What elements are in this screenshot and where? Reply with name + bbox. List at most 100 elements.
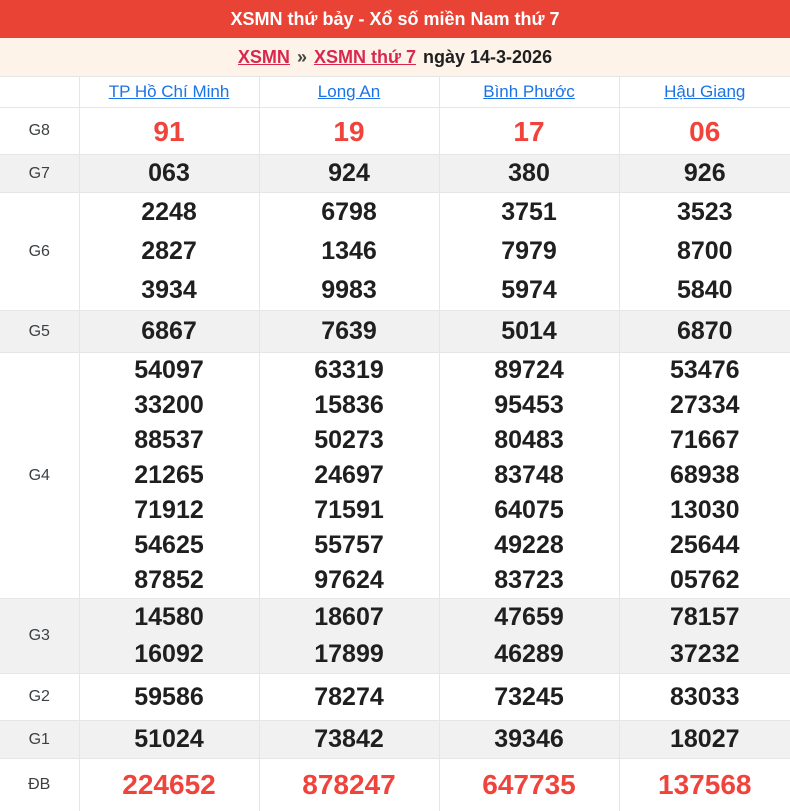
prize-cell: 54097332008853721265719125462587852 <box>79 353 259 599</box>
prize-cell: 6870 <box>619 311 790 353</box>
prize-cell: 352387005840 <box>619 193 790 311</box>
column-header-link-binh-phuoc[interactable]: Bình Phước <box>483 82 575 101</box>
prize-cell: 679813469983 <box>259 193 439 311</box>
prize-cell: 78274 <box>259 674 439 721</box>
column-header-link-tp-ho-chi-minh[interactable]: TP Hồ Chí Minh <box>109 82 230 101</box>
breadcrumb-date: ngày 14-3-2026 <box>423 47 552 68</box>
prize-row-g3: G314580160921860717899476594628978157372… <box>0 599 790 674</box>
prize-number: 27334 <box>620 388 790 423</box>
prize-number: 64075 <box>440 493 619 528</box>
prize-row-g5: G56867763950146870 <box>0 311 790 353</box>
prize-number: 51024 <box>80 722 259 757</box>
column-header-binh-phuoc: Bình Phước <box>439 77 619 108</box>
prize-number: 33200 <box>80 388 259 423</box>
page-title: XSMN thứ bảy - Xổ số miền Nam thứ 7 <box>230 9 559 30</box>
prize-label-g6: G6 <box>0 193 79 311</box>
prize-cell: 924 <box>259 155 439 193</box>
prize-row-g2: G259586782747324583033 <box>0 674 790 721</box>
prize-number: 50273 <box>260 423 439 458</box>
prize-cell: 224652 <box>79 759 259 811</box>
prize-label-g3: G3 <box>0 599 79 674</box>
prize-number: 224652 <box>80 767 259 802</box>
breadcrumb-separator: » <box>297 47 307 68</box>
prize-cell: 89724954538048383748640754922883723 <box>439 353 619 599</box>
prize-cell: 7815737232 <box>619 599 790 674</box>
prize-number: 16092 <box>80 636 259 673</box>
prize-number: 647735 <box>440 767 619 802</box>
prize-label-db: ĐB <box>0 759 79 811</box>
prize-cell: 878247 <box>259 759 439 811</box>
prize-cell: 4765946289 <box>439 599 619 674</box>
prize-number: 68938 <box>620 458 790 493</box>
prize-number: 13030 <box>620 493 790 528</box>
breadcrumb-link-xsmn-thu-7[interactable]: XSMN thứ 7 <box>314 47 416 68</box>
prize-cell: 375179795974 <box>439 193 619 311</box>
results-table: TP Hồ Chí Minh Long An Bình Phước Hậu Gi… <box>0 76 790 811</box>
breadcrumb-link-xsmn[interactable]: XSMN <box>238 47 290 68</box>
prize-label-g8: G8 <box>0 108 79 155</box>
prize-row-g1: G151024738423934618027 <box>0 721 790 759</box>
prize-label-g2: G2 <box>0 674 79 721</box>
prize-number: 924 <box>260 156 439 191</box>
prize-number: 78274 <box>260 680 439 715</box>
prize-cell: 19 <box>259 108 439 155</box>
prize-cell: 647735 <box>439 759 619 811</box>
prize-number: 47659 <box>440 599 619 636</box>
prize-number: 24697 <box>260 458 439 493</box>
prize-number: 926 <box>620 156 790 191</box>
prize-number: 95453 <box>440 388 619 423</box>
prize-label-g5: G5 <box>0 311 79 353</box>
prize-cell: 73245 <box>439 674 619 721</box>
prize-number: 73842 <box>260 722 439 757</box>
prize-number: 06 <box>620 114 790 149</box>
prize-cell: 53476273347166768938130302564405762 <box>619 353 790 599</box>
prize-number: 2827 <box>80 232 259 271</box>
prize-cell: 380 <box>439 155 619 193</box>
prize-number: 17 <box>440 114 619 149</box>
column-header-hau-giang: Hậu Giang <box>619 77 790 108</box>
prize-number: 1346 <box>260 232 439 271</box>
column-header-tp-ho-chi-minh: TP Hồ Chí Minh <box>79 77 259 108</box>
prize-number: 6870 <box>620 314 790 349</box>
prize-number: 91 <box>80 114 259 149</box>
prize-number: 6867 <box>80 314 259 349</box>
prize-cell: 39346 <box>439 721 619 759</box>
prize-number: 9983 <box>260 271 439 310</box>
prize-label-g4: G4 <box>0 353 79 599</box>
prize-cell: 1458016092 <box>79 599 259 674</box>
prize-number: 78157 <box>620 599 790 636</box>
page-title-bar: XSMN thứ bảy - Xổ số miền Nam thứ 7 <box>0 0 790 38</box>
prize-number: 97624 <box>260 563 439 598</box>
column-header-row: TP Hồ Chí Minh Long An Bình Phước Hậu Gi… <box>0 77 790 108</box>
prize-number: 88537 <box>80 423 259 458</box>
prize-number: 6798 <box>260 193 439 232</box>
prize-number: 19 <box>260 114 439 149</box>
prize-number: 7639 <box>260 314 439 349</box>
prize-number: 63319 <box>260 353 439 388</box>
prize-number: 54625 <box>80 528 259 563</box>
prize-number: 3934 <box>80 271 259 310</box>
prize-row-g7: G7063924380926 <box>0 155 790 193</box>
prize-number: 39346 <box>440 722 619 757</box>
prize-cell: 1860717899 <box>259 599 439 674</box>
results-table-body: G891191706 G7063924380926G622482827393467… <box>0 108 790 811</box>
page: XSMN thứ bảy - Xổ số miền Nam thứ 7 XSMN… <box>0 0 790 811</box>
prize-cell: 51024 <box>79 721 259 759</box>
prize-cell: 063 <box>79 155 259 193</box>
prize-number: 14580 <box>80 599 259 636</box>
prize-number: 53476 <box>620 353 790 388</box>
prize-number: 7979 <box>440 232 619 271</box>
column-header-link-long-an[interactable]: Long An <box>318 82 380 101</box>
prize-row-g6: G622482827393467981346998337517979597435… <box>0 193 790 311</box>
corner-cell <box>0 77 79 108</box>
prize-number: 55757 <box>260 528 439 563</box>
prize-cell: 59586 <box>79 674 259 721</box>
prize-number: 5840 <box>620 271 790 310</box>
column-header-link-hau-giang[interactable]: Hậu Giang <box>664 82 745 101</box>
prize-number: 37232 <box>620 636 790 673</box>
prize-number: 5974 <box>440 271 619 310</box>
prize-cell: 5014 <box>439 311 619 353</box>
prize-cell: 83033 <box>619 674 790 721</box>
prize-number: 54097 <box>80 353 259 388</box>
prize-number: 87852 <box>80 563 259 598</box>
